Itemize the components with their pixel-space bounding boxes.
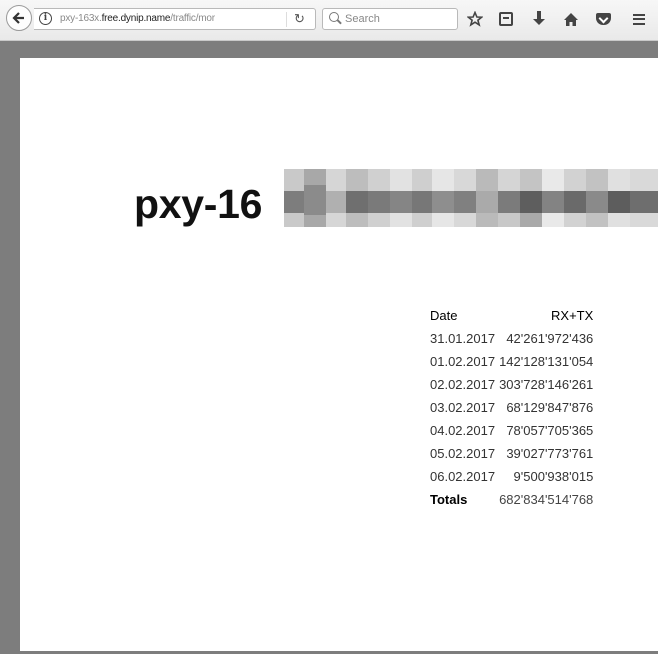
back-button[interactable] <box>6 5 32 31</box>
row-traffic: 142'128'131'054 <box>499 354 594 369</box>
search-icon <box>329 12 339 22</box>
row-date: 31.01.2017 <box>430 331 496 346</box>
redacted-hostname <box>284 169 658 227</box>
row-traffic: 78'057'705'365 <box>506 423 594 438</box>
row-date: 02.02.2017 <box>430 377 496 392</box>
browser-toolbar: i pxy-163x.free.dynip.name/traffic/mor ↻… <box>0 0 658 41</box>
date-column-header: Date <box>430 308 458 323</box>
table-row: 01.02.2017 142'128'131'054 <box>428 350 595 373</box>
url-text[interactable]: pxy-163x.free.dynip.name/traffic/mor <box>60 13 270 24</box>
url-prefix: pxy-163x. <box>60 13 102 24</box>
bookmark-star-icon[interactable] <box>466 9 484 29</box>
menu-icon[interactable] <box>630 9 648 29</box>
page-content: pxy-16 Date RX+TX 31.01.2017 42'261'972'… <box>20 58 658 651</box>
host-title: pxy-16 <box>134 181 263 227</box>
totals-row: Totals 682'834'514'768 <box>428 488 595 511</box>
url-path: /traffic/mor <box>170 13 215 24</box>
totals-label: Totals <box>430 492 468 507</box>
row-date: 03.02.2017 <box>430 400 496 415</box>
reload-icon[interactable]: ↻ <box>294 11 305 27</box>
totals-value: 682'834'514'768 <box>499 492 594 507</box>
table-row: 02.02.2017 303'728'146'261 <box>428 373 595 396</box>
home-icon[interactable] <box>562 9 580 29</box>
download-icon[interactable] <box>530 9 548 29</box>
rxtx-column-header: RX+TX <box>551 308 594 323</box>
search-placeholder: Search <box>345 13 380 25</box>
traffic-table: Date RX+TX 31.01.2017 42'261'972'436 01.… <box>428 304 595 511</box>
row-traffic: 39'027'773'761 <box>506 446 594 461</box>
back-arrow-icon <box>12 12 24 24</box>
row-date: 06.02.2017 <box>430 469 496 484</box>
url-separator <box>286 12 287 27</box>
row-date: 01.02.2017 <box>430 354 496 369</box>
row-traffic: 68'129'847'876 <box>506 400 594 415</box>
row-date: 05.02.2017 <box>430 446 496 461</box>
row-date: 04.02.2017 <box>430 423 496 438</box>
search-input[interactable]: Search <box>322 8 458 30</box>
row-traffic: 42'261'972'436 <box>506 331 594 346</box>
table-row: 03.02.2017 68'129'847'876 <box>428 396 595 419</box>
table-row: 05.02.2017 39'027'773'761 <box>428 442 595 465</box>
info-icon[interactable]: i <box>39 12 52 25</box>
pocket-icon[interactable] <box>594 9 612 29</box>
url-bar[interactable]: i pxy-163x.free.dynip.name/traffic/mor ↻ <box>34 8 316 30</box>
row-traffic: 9'500'938'015 <box>513 469 594 484</box>
table-header-row: Date RX+TX <box>428 304 595 327</box>
library-icon[interactable] <box>497 9 515 29</box>
row-traffic: 303'728'146'261 <box>499 377 594 392</box>
table-row: 31.01.2017 42'261'972'436 <box>428 327 595 350</box>
table-row: 06.02.2017 9'500'938'015 <box>428 465 595 488</box>
table-row: 04.02.2017 78'057'705'365 <box>428 419 595 442</box>
url-domain: free.dynip.name <box>101 13 171 24</box>
